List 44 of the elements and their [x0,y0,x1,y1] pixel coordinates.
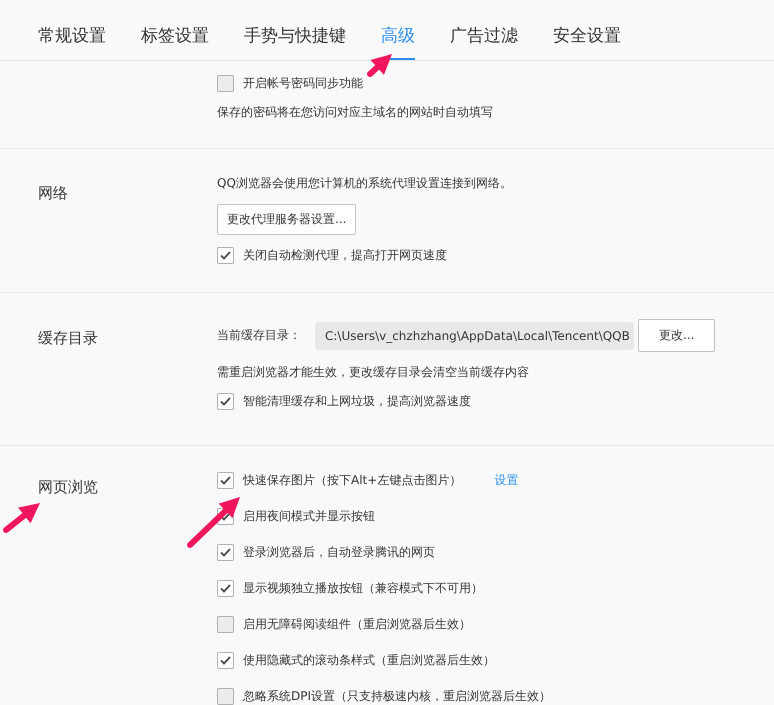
checkbox-label: 使用隐藏式的滚动条样式（重启浏览器后生效） [243,652,495,669]
checkbox[interactable] [217,652,234,669]
annotation-arrow [367,54,392,77]
checkbox[interactable] [217,544,234,561]
checkbox[interactable] [217,580,234,597]
annotation-arrow [3,503,40,533]
annotation-arrow [187,497,240,548]
settings-tab[interactable]: 常规设置 [38,12,106,60]
checkbox[interactable] [217,616,234,633]
checkbox[interactable] [217,472,234,489]
checkbox[interactable] [217,247,234,264]
cache-path-field[interactable]: C:\Users\v_chzhzhang\AppData\Local\Tencent\QQB [315,322,634,350]
checkbox-label: 开启帐号密码同步功能 [243,75,363,92]
check-icon [220,656,231,665]
checkbox-label: 关闭自动检测代理，提高打开网页速度 [243,247,447,264]
section-title: 网络 [38,183,69,203]
cache-directory-label: 当前缓存目录： [217,327,301,344]
check-icon [220,548,231,557]
check-icon [220,476,231,485]
settings-tab[interactable]: 广告过滤 [450,12,518,60]
description-text: 保存的密码将在您访问对应主域名的网站时自动填写 [217,104,494,121]
description-text: QQ浏览器会使用您计算机的系统代理设置连接到网络。 [217,175,513,192]
checkbox-label: 忽略系统DPI设置（只支持极速内核，重启浏览器后生效） [243,688,552,705]
checkbox-label: 启用无障碍阅读组件（重启浏览器后生效） [243,616,471,633]
settings-tab[interactable]: 标签设置 [141,12,209,60]
checkbox[interactable] [217,75,234,92]
checkbox-label: 登录浏览器后，自动登录腾讯的网页 [243,544,435,561]
check-icon [220,512,231,521]
check-icon [220,251,231,260]
checkbox-label: 启用夜间模式并显示按钮 [243,508,375,525]
checkbox-label: 显示视频独立播放按钮（兼容模式下不可用） [243,580,483,597]
check-icon [220,397,231,406]
section-title: 网页浏览 [38,477,99,497]
checkbox[interactable] [217,688,234,705]
checkbox-label: 智能清理缓存和上网垃圾，提高浏览器速度 [243,393,471,410]
settings-tab[interactable]: 安全设置 [553,12,621,60]
description-text: 需重启浏览器才能生效，更改缓存目录会清空当前缓存内容 [217,364,530,381]
settings-tab[interactable]: 手势与快捷键 [244,12,346,60]
section-title: 缓存目录 [38,328,99,348]
proxy-settings-button[interactable]: 更改代理服务器设置... [217,204,356,235]
check-icon [220,584,231,593]
change-button[interactable]: 更改... [638,319,716,352]
checkbox[interactable] [217,393,234,410]
checkbox-label: 快速保存图片（按下Alt+左键点击图片） [243,472,462,489]
